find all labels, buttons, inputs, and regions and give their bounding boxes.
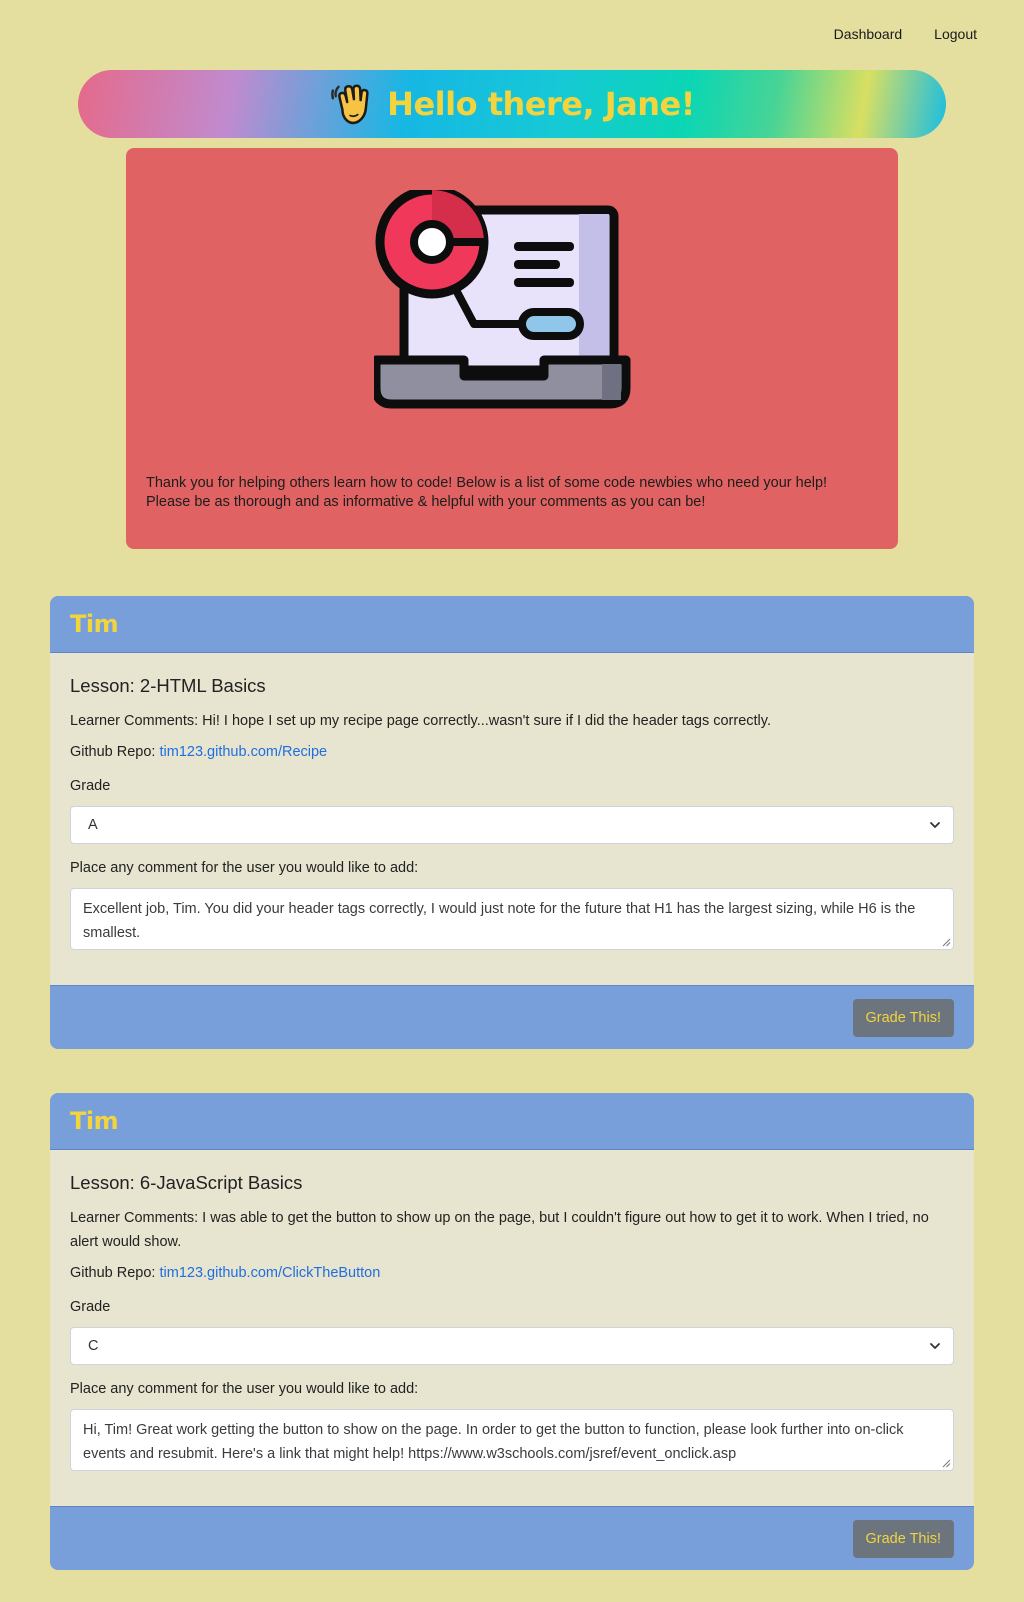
learner-comments-text: Hi! I hope I set up my recipe page corre… — [202, 713, 771, 729]
top-nav: Dashboard Logout — [834, 26, 977, 42]
intro-line-1: Thank you for helping others learn how t… — [146, 475, 828, 491]
reviewer-comment-text: Excellent job, Tim. You did your header … — [83, 901, 916, 941]
chevron-down-icon — [930, 822, 940, 828]
resize-handle-icon[interactable] — [942, 1459, 951, 1468]
github-repo-label: Github Repo: — [70, 744, 156, 760]
learner-name: Tim — [70, 610, 119, 638]
lesson-title: Lesson: 6-JavaScript Basics — [70, 1172, 303, 1193]
waving-hand-icon — [331, 84, 369, 125]
card-body: Lesson: 6-JavaScript Basics Learner Comm… — [50, 1150, 974, 1506]
laptop-chart-icon — [374, 190, 631, 409]
chevron-down-icon — [930, 1343, 940, 1349]
github-repo-link[interactable]: tim123.github.com/ClickTheButton — [159, 1265, 380, 1281]
card-header: Tim — [50, 596, 974, 653]
greeting-title: Hello there, Jane! — [387, 85, 695, 123]
grade-this-button[interactable]: Grade This! — [852, 1519, 954, 1558]
nav-dashboard-link[interactable]: Dashboard — [834, 26, 903, 42]
page: Dashboard Logout Hello there, Jane! Than… — [0, 0, 1024, 1602]
comment-prompt: Place any comment for the user you would… — [70, 1381, 419, 1397]
submission-card: Tim Lesson: 6-JavaScript Basics Learner … — [50, 1093, 974, 1570]
github-repo-label: Github Repo: — [70, 1265, 156, 1281]
learner-comments-text: I was able to get the button to show up … — [70, 1210, 929, 1250]
card-footer: Grade This! — [50, 1506, 974, 1570]
comment-prompt: Place any comment for the user you would… — [70, 860, 419, 876]
reviewer-comment-textarea[interactable]: Excellent job, Tim. You did your header … — [70, 888, 954, 950]
github-repo: Github Repo: tim123.github.com/ClickTheB… — [70, 1265, 954, 1281]
grade-select[interactable]: C — [70, 1327, 954, 1365]
learner-comments: Learner Comments: Hi! I hope I set up my… — [70, 709, 954, 733]
nav-logout-link[interactable]: Logout — [934, 26, 977, 42]
grade-label: Grade — [70, 778, 111, 794]
lesson-title: Lesson: 2-HTML Basics — [70, 675, 266, 696]
learner-name: Tim — [70, 1107, 119, 1135]
grade-label: Grade — [70, 1299, 111, 1315]
card-header: Tim — [50, 1093, 974, 1150]
learner-comments-label: Learner Comments: — [70, 1210, 199, 1226]
intro-panel: Thank you for helping others learn how t… — [126, 148, 898, 549]
submission-card: Tim Lesson: 2-HTML Basics Learner Commen… — [50, 596, 974, 1049]
card-body: Lesson: 2-HTML Basics Learner Comments: … — [50, 653, 974, 985]
github-repo-link[interactable]: tim123.github.com/Recipe — [159, 744, 327, 760]
github-repo: Github Repo: tim123.github.com/Recipe — [70, 744, 954, 760]
grade-select-value: C — [88, 1338, 99, 1354]
grade-select[interactable]: A — [70, 806, 954, 844]
grade-this-button[interactable]: Grade This! — [852, 998, 954, 1037]
reviewer-comment-text: Hi, Tim! Great work getting the button t… — [83, 1422, 904, 1462]
intro-line-2: Please be as thorough and as informative… — [146, 494, 706, 510]
resize-handle-icon[interactable] — [942, 938, 951, 947]
card-footer: Grade This! — [50, 985, 974, 1049]
grade-select-value: A — [88, 817, 98, 833]
intro-text: Thank you for helping others learn how t… — [146, 474, 876, 512]
greeting-banner: Hello there, Jane! — [78, 70, 946, 138]
learner-comments-label: Learner Comments: — [70, 713, 199, 729]
reviewer-comment-textarea[interactable]: Hi, Tim! Great work getting the button t… — [70, 1409, 954, 1471]
learner-comments: Learner Comments: I was able to get the … — [70, 1206, 954, 1254]
